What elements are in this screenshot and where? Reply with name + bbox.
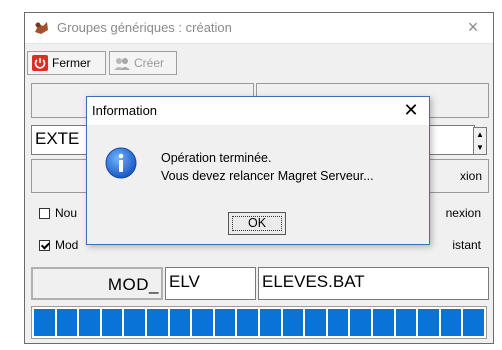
progress-segment <box>463 309 484 336</box>
ok-button[interactable]: OK <box>228 212 286 235</box>
progress-segment <box>56 309 78 336</box>
progress-segment <box>34 309 55 336</box>
progress-segment <box>305 309 326 336</box>
info-icon <box>105 147 137 179</box>
progress-segment <box>418 309 439 336</box>
ok-label: OK <box>247 216 267 230</box>
prefix-label: MOD_ <box>107 275 159 294</box>
progress-segment <box>327 309 349 336</box>
dialog-message-line-1: Opération terminée. <box>161 151 272 165</box>
progress-segment <box>350 309 371 336</box>
users-icon <box>114 58 130 70</box>
progress-segment <box>101 309 123 336</box>
progress-segment <box>259 309 281 336</box>
prefix-cell: MOD_ <box>31 267 163 300</box>
progress-segment <box>192 309 213 336</box>
app-icon <box>35 22 48 34</box>
dialog-close-icon[interactable]: ✕ <box>401 99 421 121</box>
progress-bar <box>31 306 487 339</box>
fermer-button[interactable]: Fermer <box>27 51 106 75</box>
group-value: ELV <box>169 272 200 291</box>
checkbox-2-label: Mod <box>55 238 79 252</box>
file-value: ELEVES.BAT <box>262 272 365 291</box>
dialog-message: Opération terminée. Vous devez relancer … <box>161 149 374 185</box>
spin-control[interactable]: ▲ ▼ <box>473 127 487 155</box>
creer-label: Créer <box>134 56 165 70</box>
checkbox-1[interactable] <box>39 208 50 219</box>
checkbox-1-right-label: nexion <box>445 206 481 220</box>
progress-segment <box>124 309 145 336</box>
close-icon[interactable]: × <box>463 16 483 38</box>
checkbox-2[interactable] <box>39 240 50 251</box>
file-field[interactable]: ELEVES.BAT <box>258 267 489 300</box>
progress-segment <box>79 309 100 336</box>
power-icon <box>32 55 48 71</box>
toolbar: Fermer Créer <box>27 51 197 75</box>
dialog-title: Information <box>92 103 158 118</box>
window-title: Groupes génériques : création <box>57 20 232 35</box>
window-titlebar: Groupes génériques : création × <box>25 13 493 44</box>
checkbox-1-label: Nou <box>55 206 78 220</box>
information-dialog: Information ✕ Opération terminée. Vous d… <box>86 96 430 245</box>
progress-segment <box>282 309 304 336</box>
group-field[interactable]: ELV <box>165 267 256 300</box>
progress-segment <box>237 309 258 336</box>
progress-segment <box>372 309 394 336</box>
progress-segment <box>440 309 462 336</box>
fermer-label: Fermer <box>52 56 91 70</box>
extension-value: EXTE <box>35 129 80 148</box>
progress-segment <box>169 309 191 336</box>
creer-button[interactable]: Créer <box>109 51 177 75</box>
middle-right-label: xion <box>459 169 482 183</box>
progress-segment <box>146 309 168 336</box>
progress-segment <box>395 309 417 336</box>
progress-segment <box>214 309 236 336</box>
dialog-titlebar: Information ✕ <box>87 97 429 125</box>
dialog-message-line-2: Vous devez relancer Magret Serveur... <box>161 169 374 183</box>
checkbox-2-right-label: istant <box>452 238 481 252</box>
